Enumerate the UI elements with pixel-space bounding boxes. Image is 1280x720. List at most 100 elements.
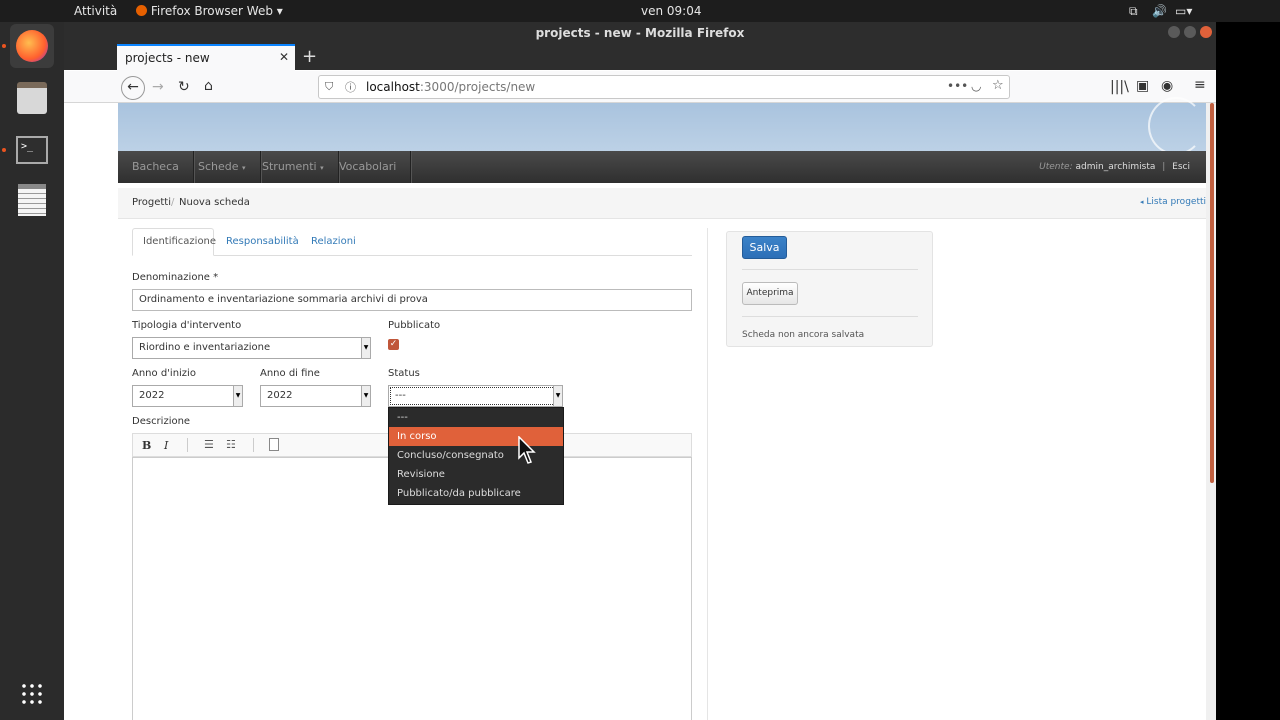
reload-icon[interactable]: ↻ — [178, 79, 190, 95]
desktop-background — [1216, 22, 1280, 720]
menu-icon[interactable]: ≡ — [1194, 77, 1206, 93]
user-label: Utente: — [1039, 162, 1073, 172]
chevron-down-icon: ▼ — [361, 386, 370, 406]
activities-button[interactable]: Attività — [74, 4, 117, 18]
chevron-down-icon: ▼ — [361, 338, 370, 358]
bold-button[interactable]: B — [142, 439, 151, 452]
panel-divider — [742, 316, 918, 317]
chevron-left-icon: ◂ — [1139, 198, 1144, 206]
breadcrumb: Progetti / Nuova scheda ◂ Lista progetti — [118, 188, 1206, 219]
breadcrumb-separator: / — [171, 197, 175, 208]
user-info: Utente: admin_archimista | Esci — [1039, 162, 1190, 172]
logout-link[interactable]: Esci — [1172, 162, 1190, 172]
dock-firefox[interactable] — [10, 24, 54, 68]
pubblicato-label: Pubblicato — [388, 320, 441, 331]
show-applications-button[interactable] — [20, 682, 44, 706]
account-icon[interactable]: ◉ — [1161, 78, 1173, 94]
url-text: localhost:3000/projects/new — [366, 80, 535, 94]
system-top-bar: Attività Firefox Browser Web ▾ ven 09:04… — [0, 0, 1280, 22]
tab-identificazione[interactable]: Identificazione — [132, 228, 217, 256]
running-indicator — [2, 148, 6, 152]
descrizione-label: Descrizione — [132, 416, 191, 427]
status-option[interactable]: --- — [389, 408, 563, 427]
file-cabinet-icon — [17, 82, 47, 114]
anno-fine-select[interactable]: 2022 ▼ — [260, 385, 371, 407]
running-indicator — [2, 44, 6, 48]
back-icon[interactable]: ← — [121, 76, 145, 100]
menu-bacheca[interactable]: Bacheca — [118, 151, 194, 183]
network-icon[interactable]: ⧉ — [1129, 4, 1138, 19]
pubblicato-checkbox[interactable]: ✓ — [388, 339, 399, 350]
pocket-icon[interactable]: ◡ — [971, 79, 981, 93]
breadcrumb-current: Nuova scheda — [179, 197, 250, 208]
home-icon[interactable]: ⌂ — [204, 78, 213, 94]
window-titlebar: projects - new - Mozilla Firefox — [64, 22, 1216, 44]
page-scrollbar-thumb[interactable] — [1210, 103, 1214, 483]
minimize-button[interactable] — [1168, 26, 1180, 38]
menu-separator: | — [1162, 162, 1166, 172]
firefox-icon — [16, 30, 48, 62]
forward-icon[interactable]: → — [152, 79, 164, 95]
menu-strumenti-label: Strumenti — [262, 160, 317, 173]
app-menu[interactable]: Firefox Browser Web ▾ — [136, 4, 283, 18]
tracking-shield-icon[interactable]: ⛉ — [325, 80, 333, 94]
tipologia-label: Tipologia d'intervento — [132, 320, 242, 331]
site-info-icon[interactable]: ⓘ — [345, 79, 356, 95]
dock-text-editor[interactable] — [10, 178, 54, 222]
menu-schede-label: Schede — [198, 160, 239, 173]
browser-tab[interactable]: projects - new ✕ — [117, 44, 295, 71]
denominazione-input[interactable]: Ordinamento e inventariazione sommaria a… — [132, 289, 692, 311]
status-label: Status — [388, 368, 420, 379]
user-name[interactable]: admin_archimista — [1076, 162, 1156, 172]
anno-inizio-value: 2022 — [139, 390, 165, 401]
anno-fine-value: 2022 — [267, 390, 293, 401]
tab-divider — [132, 255, 692, 256]
header-banner — [118, 97, 1206, 155]
caret-down-icon: ▾ — [242, 164, 246, 172]
sidebar-icon[interactable]: ▣ — [1136, 78, 1149, 94]
mouse-cursor-icon — [518, 436, 536, 464]
preview-document-icon[interactable] — [269, 438, 279, 451]
library-icon[interactable]: |||\ — [1110, 79, 1129, 95]
tipologia-value: Riordino e inventariazione — [139, 342, 271, 353]
bookmark-star-icon[interactable]: ☆ — [992, 78, 1004, 93]
tab-relazioni[interactable]: Relazioni — [301, 229, 366, 255]
close-window-button[interactable] — [1200, 26, 1212, 38]
clock[interactable]: ven 09:04 — [641, 4, 702, 18]
maximize-button[interactable] — [1184, 26, 1196, 38]
editor-divider — [187, 438, 188, 452]
bulleted-list-icon[interactable]: ☰ — [204, 438, 214, 451]
numbered-list-icon[interactable]: ☷ — [226, 438, 236, 451]
volume-icon[interactable]: 🔊 — [1152, 4, 1167, 18]
logo-swirl — [1148, 97, 1204, 155]
page-actions-icon[interactable]: ••• — [947, 79, 968, 93]
app-menu-label: Firefox Browser Web — [150, 4, 273, 18]
terminal-icon: >_ — [16, 136, 48, 164]
status-option[interactable]: Revisione — [389, 465, 563, 484]
list-link[interactable]: ◂ Lista progetti — [1140, 197, 1206, 207]
tipologia-select[interactable]: Riordino e inventariazione ▼ — [132, 337, 371, 359]
anno-inizio-select[interactable]: 2022 ▼ — [132, 385, 243, 407]
new-tab-button[interactable]: + — [302, 46, 317, 67]
close-tab-icon[interactable]: ✕ — [279, 50, 289, 64]
dock-terminal[interactable]: >_ — [10, 128, 54, 172]
save-button[interactable]: Salva — [742, 236, 787, 259]
status-select[interactable]: --- ▼ — [388, 385, 563, 407]
italic-button[interactable]: I — [164, 439, 168, 452]
breadcrumb-root[interactable]: Progetti — [132, 197, 171, 208]
column-divider — [707, 228, 708, 720]
preview-button[interactable]: Anteprima — [742, 282, 798, 305]
tab-title: projects - new — [125, 51, 210, 65]
tab-responsabilita[interactable]: Responsabilità — [216, 229, 309, 255]
save-status-note: Scheda non ancora salvata — [742, 330, 865, 340]
tab-label: Identificazione — [143, 236, 217, 247]
battery-icon[interactable]: ▭▾ — [1175, 4, 1192, 18]
address-bar[interactable]: ⛉ ⓘ localhost:3000/projects/new ••• ◡ ☆ — [318, 75, 1010, 99]
main-menu: Bacheca Schede ▾ Strumenti ▾ Vocabolari … — [118, 151, 1206, 183]
menu-vocabolari[interactable]: Vocabolari — [325, 151, 412, 183]
dock-files[interactable] — [10, 76, 54, 120]
status-option[interactable]: Pubblicato/da pubblicare — [389, 484, 563, 503]
editor-divider — [253, 438, 254, 452]
url-host: localhost — [366, 80, 420, 94]
status-value: --- — [395, 390, 406, 401]
